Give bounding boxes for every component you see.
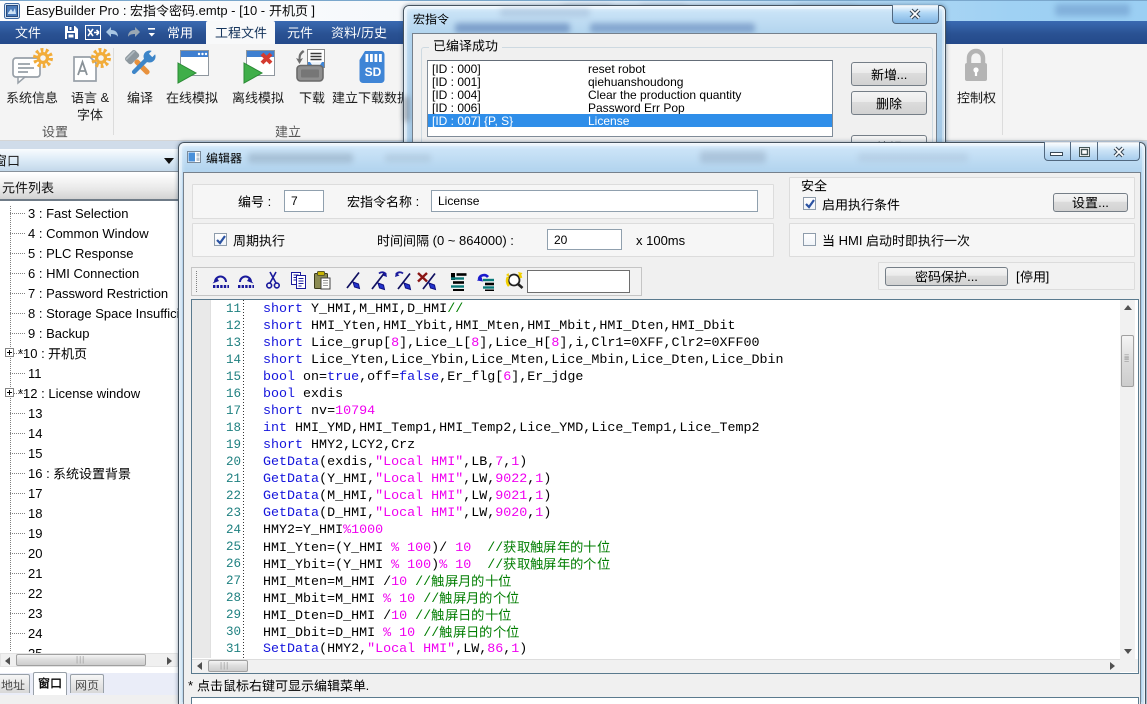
svg-text:SD: SD <box>365 65 382 79</box>
